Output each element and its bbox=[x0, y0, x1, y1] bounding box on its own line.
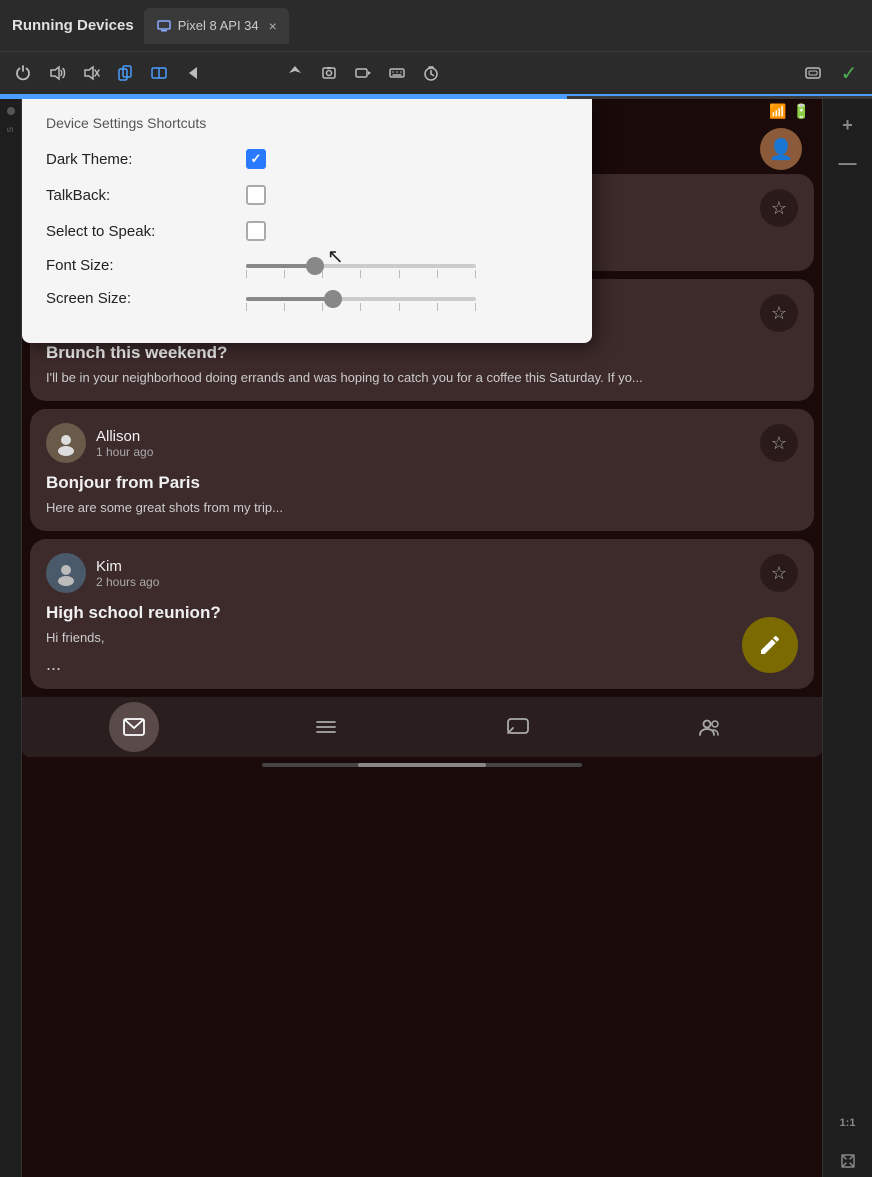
kim-card: Kim 2 hours ago ☆ High school reunion? H… bbox=[30, 539, 814, 688]
location-btn[interactable] bbox=[280, 58, 310, 88]
allison-star-btn[interactable]: ☆ bbox=[760, 424, 798, 462]
timer-btn[interactable] bbox=[416, 58, 446, 88]
kim-avatar bbox=[46, 553, 86, 593]
font-size-ticks bbox=[246, 270, 476, 278]
device-tab[interactable]: Pixel 8 API 34 × bbox=[144, 8, 289, 44]
first-card-star-btn[interactable]: ☆ bbox=[760, 189, 798, 227]
compose-fab[interactable] bbox=[742, 617, 798, 673]
recents-btn[interactable] bbox=[246, 58, 276, 88]
screen-size-ticks bbox=[246, 303, 476, 311]
left-sidebar: S bbox=[0, 99, 22, 1177]
allison-avatar bbox=[46, 423, 86, 463]
select-speak-row: Select to Speak: bbox=[46, 221, 568, 241]
font-size-slider-fill bbox=[246, 264, 315, 268]
right-sidebar: + — 1:1 bbox=[822, 99, 872, 1177]
phone-bottom-nav bbox=[22, 697, 822, 757]
battery-icon: 🔋 bbox=[793, 103, 810, 120]
toolbar: ✓ bbox=[0, 52, 872, 96]
device-tab-label: Pixel 8 API 34 bbox=[178, 18, 259, 33]
dark-theme-label: Dark Theme: bbox=[46, 151, 246, 168]
allison-subject: Bonjour from Paris bbox=[46, 473, 798, 493]
nav-mail-btn[interactable] bbox=[109, 702, 159, 752]
screen-size-row: Screen Size: bbox=[46, 290, 568, 307]
back-btn[interactable] bbox=[178, 58, 208, 88]
top-bar: Running Devices Pixel 8 API 34 × bbox=[0, 0, 872, 52]
kim-sender-info: Kim 2 hours ago bbox=[96, 558, 760, 589]
nav-chat-btn[interactable] bbox=[493, 702, 543, 752]
allison-time: 1 hour ago bbox=[96, 445, 760, 459]
check-btn[interactable]: ✓ bbox=[834, 58, 864, 88]
sidebar-indicator bbox=[7, 107, 15, 115]
allison-sender-info: Allison 1 hour ago bbox=[96, 428, 760, 459]
talkback-control bbox=[246, 185, 266, 205]
talkback-row: TalkBack: bbox=[46, 185, 568, 205]
screen-size-control bbox=[246, 297, 476, 301]
sidebar-label: S bbox=[6, 127, 15, 132]
talkback-label: TalkBack: bbox=[46, 187, 246, 204]
ali-preview: I'll be in your neighborhood doing erran… bbox=[46, 369, 798, 387]
screen-size-label: Screen Size: bbox=[46, 290, 246, 307]
nav-contacts-btn[interactable] bbox=[685, 702, 735, 752]
screen-size-slider-container[interactable] bbox=[246, 297, 476, 301]
app-title: Running Devices bbox=[8, 17, 144, 34]
device-tab-icon bbox=[156, 18, 172, 34]
fold-btn[interactable] bbox=[144, 58, 174, 88]
volume-mute-btn[interactable] bbox=[76, 58, 106, 88]
main-area: S Device Settings Shortcuts Dark Theme: … bbox=[0, 99, 872, 1177]
dark-theme-checkbox[interactable] bbox=[246, 149, 266, 169]
profile-avatar[interactable]: 👤 bbox=[760, 128, 802, 170]
center-content: Device Settings Shortcuts Dark Theme: Ta… bbox=[22, 99, 822, 1177]
screen-size-slider-fill bbox=[246, 297, 333, 301]
kim-star-btn[interactable]: ☆ bbox=[760, 554, 798, 592]
ratio-text: 1:1 bbox=[840, 1117, 856, 1129]
home-btn[interactable] bbox=[212, 58, 242, 88]
power-btn[interactable] bbox=[8, 58, 38, 88]
settings-overlay: Device Settings Shortcuts Dark Theme: Ta… bbox=[22, 99, 592, 343]
font-size-label: Font Size: bbox=[46, 257, 246, 274]
screen-record-btn[interactable] bbox=[348, 58, 378, 88]
dark-theme-row: Dark Theme: bbox=[46, 149, 568, 169]
screen-size-slider-track[interactable] bbox=[246, 297, 476, 301]
ratio-label[interactable]: 1:1 bbox=[832, 1107, 864, 1139]
volume-up-btn[interactable] bbox=[42, 58, 72, 88]
allison-card-header: Allison 1 hour ago ☆ bbox=[46, 423, 798, 463]
phone-scrollbar bbox=[262, 763, 582, 767]
tab-close-btn[interactable]: × bbox=[269, 18, 277, 34]
allison-card: Allison 1 hour ago ☆ Bonjour from Paris … bbox=[30, 409, 814, 531]
dark-theme-control bbox=[246, 149, 266, 169]
keyboard-btn[interactable] bbox=[382, 58, 412, 88]
kim-ellipsis: ... bbox=[46, 654, 798, 675]
add-zoom-btn[interactable]: + bbox=[832, 109, 864, 141]
select-speak-checkbox[interactable] bbox=[246, 221, 266, 241]
kim-subject: High school reunion? bbox=[46, 603, 798, 623]
ali-subject: Brunch this weekend? bbox=[46, 343, 798, 363]
toolbar-right: ✓ bbox=[798, 58, 864, 88]
font-size-slider-container[interactable] bbox=[246, 264, 476, 268]
kim-time: 2 hours ago bbox=[96, 575, 760, 589]
screen-fit-btn[interactable] bbox=[832, 1145, 864, 1177]
settings-overlay-title: Device Settings Shortcuts bbox=[46, 115, 568, 131]
screenshot-btn[interactable] bbox=[314, 58, 344, 88]
allison-sender-name: Allison bbox=[96, 428, 760, 445]
font-size-control bbox=[246, 264, 476, 268]
font-size-slider-track[interactable] bbox=[246, 264, 476, 268]
select-speak-label: Select to Speak: bbox=[46, 223, 246, 240]
phone-scrollbar-fill bbox=[358, 763, 486, 767]
rotate-btn[interactable] bbox=[110, 58, 140, 88]
wifi-icon: 📶 bbox=[769, 103, 786, 120]
ali-star-btn[interactable]: ☆ bbox=[760, 294, 798, 332]
kim-sender-name: Kim bbox=[96, 558, 760, 575]
kim-card-header: Kim 2 hours ago ☆ bbox=[46, 553, 798, 593]
nav-list-btn[interactable] bbox=[301, 702, 351, 752]
select-speak-control bbox=[246, 221, 266, 241]
minus-zoom-btn[interactable]: — bbox=[832, 147, 864, 179]
virtual-scene-btn[interactable] bbox=[798, 58, 828, 88]
talkback-checkbox[interactable] bbox=[246, 185, 266, 205]
kim-preview: Hi friends, bbox=[46, 629, 798, 647]
allison-preview: Here are some great shots from my trip..… bbox=[46, 499, 798, 517]
font-size-row: Font Size: bbox=[46, 257, 568, 274]
